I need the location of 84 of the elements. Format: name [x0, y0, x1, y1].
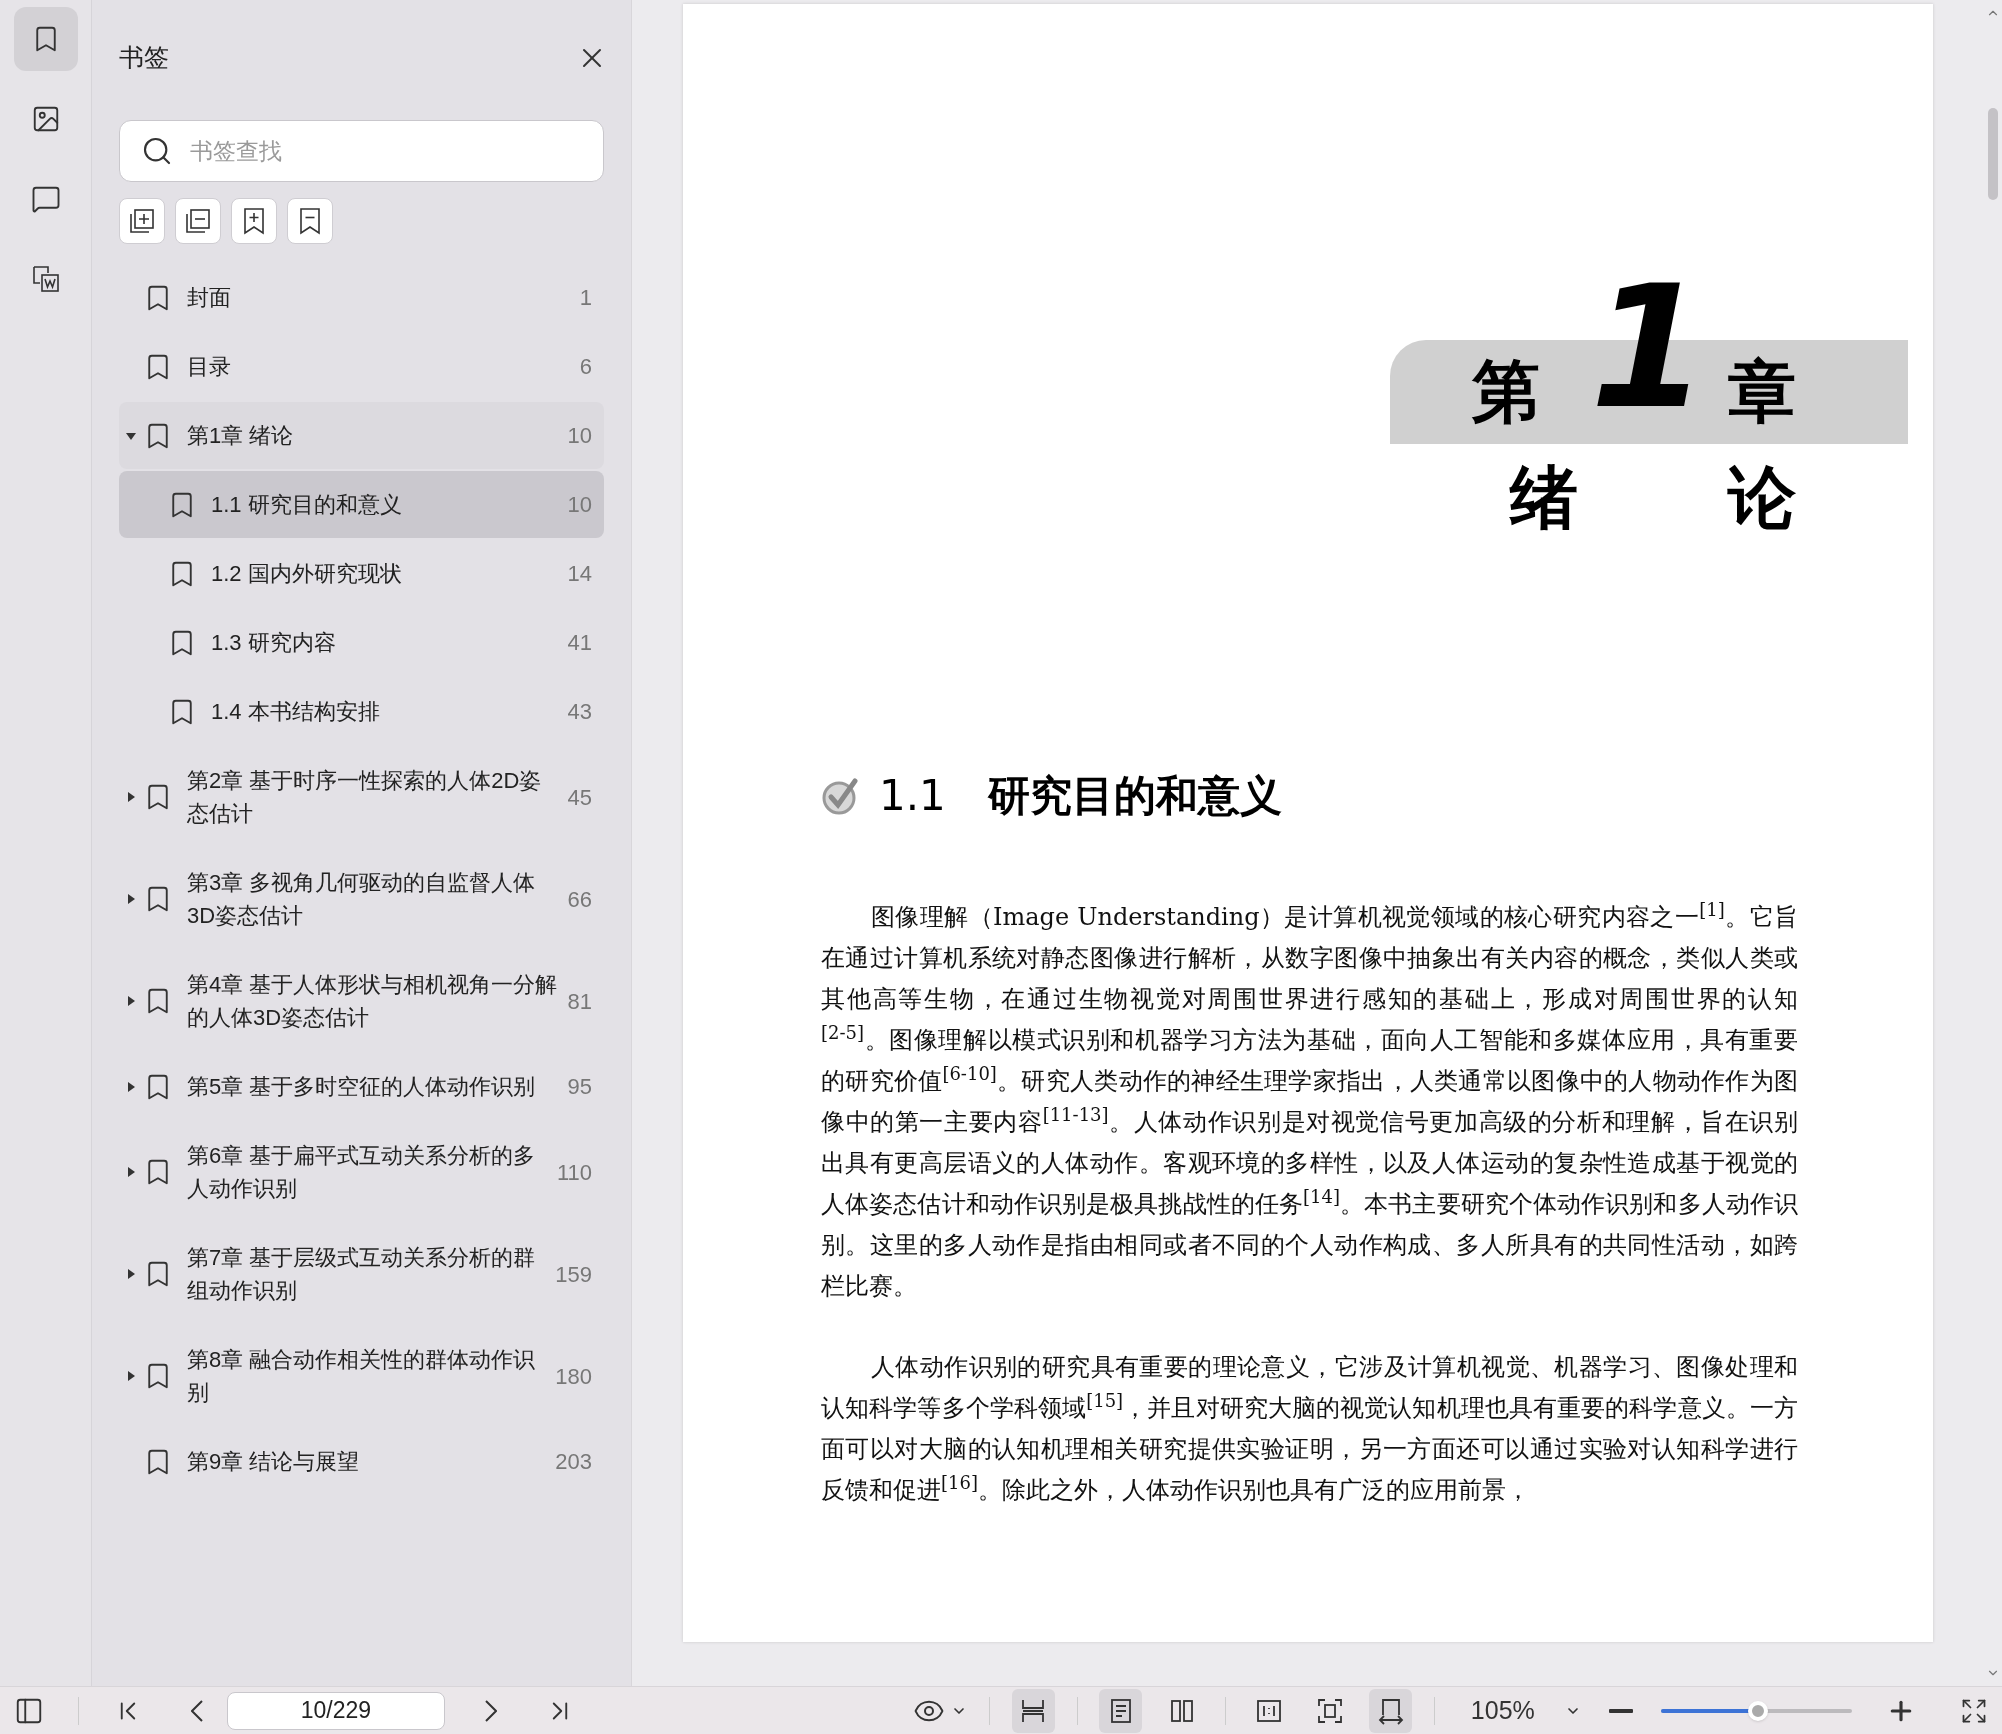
scrollbar-thumb[interactable]	[1988, 108, 1998, 200]
page-number: 180	[555, 1362, 592, 1391]
page-number: 6	[579, 353, 592, 381]
checkmark-icon	[821, 775, 861, 816]
collapsed-triangle-icon[interactable]	[126, 894, 136, 904]
collapsed-triangle-icon[interactable]	[126, 1081, 136, 1092]
bookmark-item[interactable]: 1.3 研究内容 41	[119, 609, 604, 676]
slider-thumb[interactable]	[1748, 1700, 1769, 1721]
bookmark-item[interactable]: 1.1 研究目的和意义 10	[119, 471, 604, 538]
bookmark-title: 1.4 本书结构安排	[211, 698, 381, 726]
next-page-button[interactable]	[484, 1699, 497, 1722]
bookmark-title: 1.2 国内外研究现状	[211, 560, 403, 588]
page-number: 203	[555, 1448, 592, 1476]
page-number: 66	[567, 885, 592, 914]
chapter-number: 1	[1590, 262, 1709, 432]
page-number: 159	[555, 1260, 592, 1289]
rail-tab[interactable]	[13, 7, 78, 71]
chapter-title: 论	[1728, 464, 1796, 532]
body-paragraph: 人体动作识别的研究具有重要的理论意义，它涉及计算机视觉、机器学习、图像处理和认知科学等多个学科领域$^{[15]}$，并且对研究大脑的视觉认知机理也具有重要的科学意义。一方面可以对大脑的认知机理相关研究提供实验证明，另一方面还可以通过实验对认知科学进行反馈和促进$^{[16]}$。除此之外，人体动作识别也具有广泛的应用前景，	[821, 1352, 1798, 1506]
bookmark-title: 第7章 基于层级式互动关系分析的群组动作识别	[187, 1244, 537, 1305]
bookmark-item[interactable]: 1.2 国内外研究现状 14	[119, 540, 604, 607]
bookmark-title: 1.3 研究内容	[211, 629, 337, 657]
page-number: 95	[567, 1073, 592, 1101]
zoom-out-button[interactable]	[1608, 1708, 1633, 1713]
page-number: 41	[567, 629, 592, 657]
bookmark-title: 第9章 结论与展望	[187, 1448, 361, 1476]
minus-icon	[1608, 1708, 1633, 1713]
page-number: 14	[567, 560, 592, 588]
page-number: 110	[556, 1158, 592, 1187]
page-number: 10	[567, 422, 592, 450]
bookmark-item[interactable]: 第9章 结论与展望 203	[119, 1428, 604, 1495]
bookmark-tool-button[interactable]	[287, 198, 333, 244]
bookmark-item[interactable]: 第5章 基于多时空征的人体动作识别 95	[119, 1053, 604, 1120]
bookmark-title: 第6章 基于扁平式互动关系分析的多人动作识别	[187, 1142, 537, 1203]
remove-child-icon	[183, 206, 213, 236]
bookmark-title: 第1章 绪论	[187, 422, 295, 450]
chapter-label: 章	[1728, 358, 1796, 426]
bookmark-title: 目录	[187, 353, 232, 381]
view-mode-button[interactable]	[1099, 1688, 1143, 1733]
body-paragraph: 图像理解（Image Understanding）是计算机视觉领域的核心研究内容之一$^{[1]}$。它旨在通过计算机系统对静态图像进行解析，从数字图像中抽象出有关内容的概念，类似人类或其他高等生物，在通过生物视觉对周围世界进行感知的基础上，形成对周围世界的认知$^{[2-5]}$。图像理解以模式识别和机器学习方法为基础，面向人工智能和多媒体应用，具有重要的研究价值$^{[6-10]}$。研究人类动作的神经生理学家指出，人类通常以图像中的人物动作作为图像中的第一主要内容$^{[11-13]}$。人体动作识别是对视觉信号更加高级的分析和理解，旨在识别出具有更高层语义的人体动作。客观环境的多样性，以及人体运动的复杂性造成基于视觉的人体姿态估计和动作识别是极具挑战性的任务$^{[14]}$。本书主要研究个体动作识别和多人动作识别。这里的多人动作是指由相同或者不同的个人动作构成、多人所具有的共同性活动，如跨栏比赛。	[821, 898, 1798, 1302]
bookmark-title: 第3章 多视角几何驱动的自监督人体3D姿态估计	[187, 869, 537, 930]
page-number: 81	[567, 987, 592, 1016]
page-number: 1	[579, 284, 592, 312]
page-number: 10	[567, 491, 592, 519]
bookmark-item[interactable]: 第2章 基于时序一性探索的人体2D姿态估计 45	[119, 747, 604, 847]
chapter-label: 第	[1472, 358, 1540, 426]
bookmark-item[interactable]: 第1章 绪论 10	[119, 402, 604, 469]
collapsed-triangle-icon[interactable]	[126, 792, 136, 802]
bookmark-tool-button[interactable]	[231, 198, 277, 244]
collapsed-triangle-icon[interactable]	[126, 996, 136, 1006]
comment-icon	[30, 184, 61, 214]
page-number: 43	[567, 698, 592, 726]
chevron-right-icon	[484, 1699, 497, 1722]
section-number: 1.1	[879, 770, 946, 822]
bookmark-title: 第4章 基于人体形状与相机视角一分解的人体3D姿态估计	[187, 971, 558, 1032]
expanded-triangle-icon[interactable]	[126, 430, 136, 441]
bookmark-tool-button[interactable]	[119, 198, 165, 244]
add-child-icon	[127, 206, 157, 236]
collapsed-triangle-icon[interactable]	[126, 1167, 136, 1177]
zoom-dropdown[interactable]: 105%	[1470, 1691, 1581, 1730]
bookmark-tool-button[interactable]	[175, 198, 221, 244]
search-icon	[141, 135, 173, 167]
view-mode-button[interactable]	[1011, 1688, 1055, 1733]
bookmark-item[interactable]: 第3章 多视角几何驱动的自监督人体3D姿态估计 66	[119, 849, 604, 949]
collapsed-triangle-icon[interactable]	[126, 1371, 136, 1381]
panel-title: 书签	[119, 42, 169, 74]
view-mode-button[interactable]	[1369, 1688, 1412, 1733]
bookmark-title: 封面	[187, 284, 232, 312]
collapsed-triangle-icon[interactable]	[126, 1269, 136, 1279]
page-number: 45	[567, 783, 592, 812]
chevron-left-icon	[190, 1699, 203, 1722]
page-number-field[interactable]: 10/229	[226, 1691, 445, 1730]
chapter-title: 绪	[1510, 464, 1578, 532]
zoom-slider[interactable]	[1660, 1699, 1852, 1722]
bookmark-item[interactable]: 封面 1	[119, 264, 604, 331]
bookmark-title: 第5章 基于多时空征的人体动作识别	[187, 1073, 537, 1101]
bookmark-item[interactable]: 目录 6	[119, 333, 604, 400]
search-field[interactable]: 书签查找	[119, 120, 604, 182]
bookmark-title: 第8章 融合动作相关性的群体动作识别	[187, 1346, 537, 1407]
previous-page-button[interactable]	[190, 1699, 203, 1722]
bookmark-item[interactable]: 1.4 本书结构安排 43	[119, 678, 604, 745]
bookmark-title: 第2章 基于时序一性探索的人体2D姿态估计	[187, 767, 543, 828]
bookmark-title: 1.1 研究目的和意义	[211, 491, 403, 519]
section-title: 研究目的和意义	[987, 770, 1282, 822]
